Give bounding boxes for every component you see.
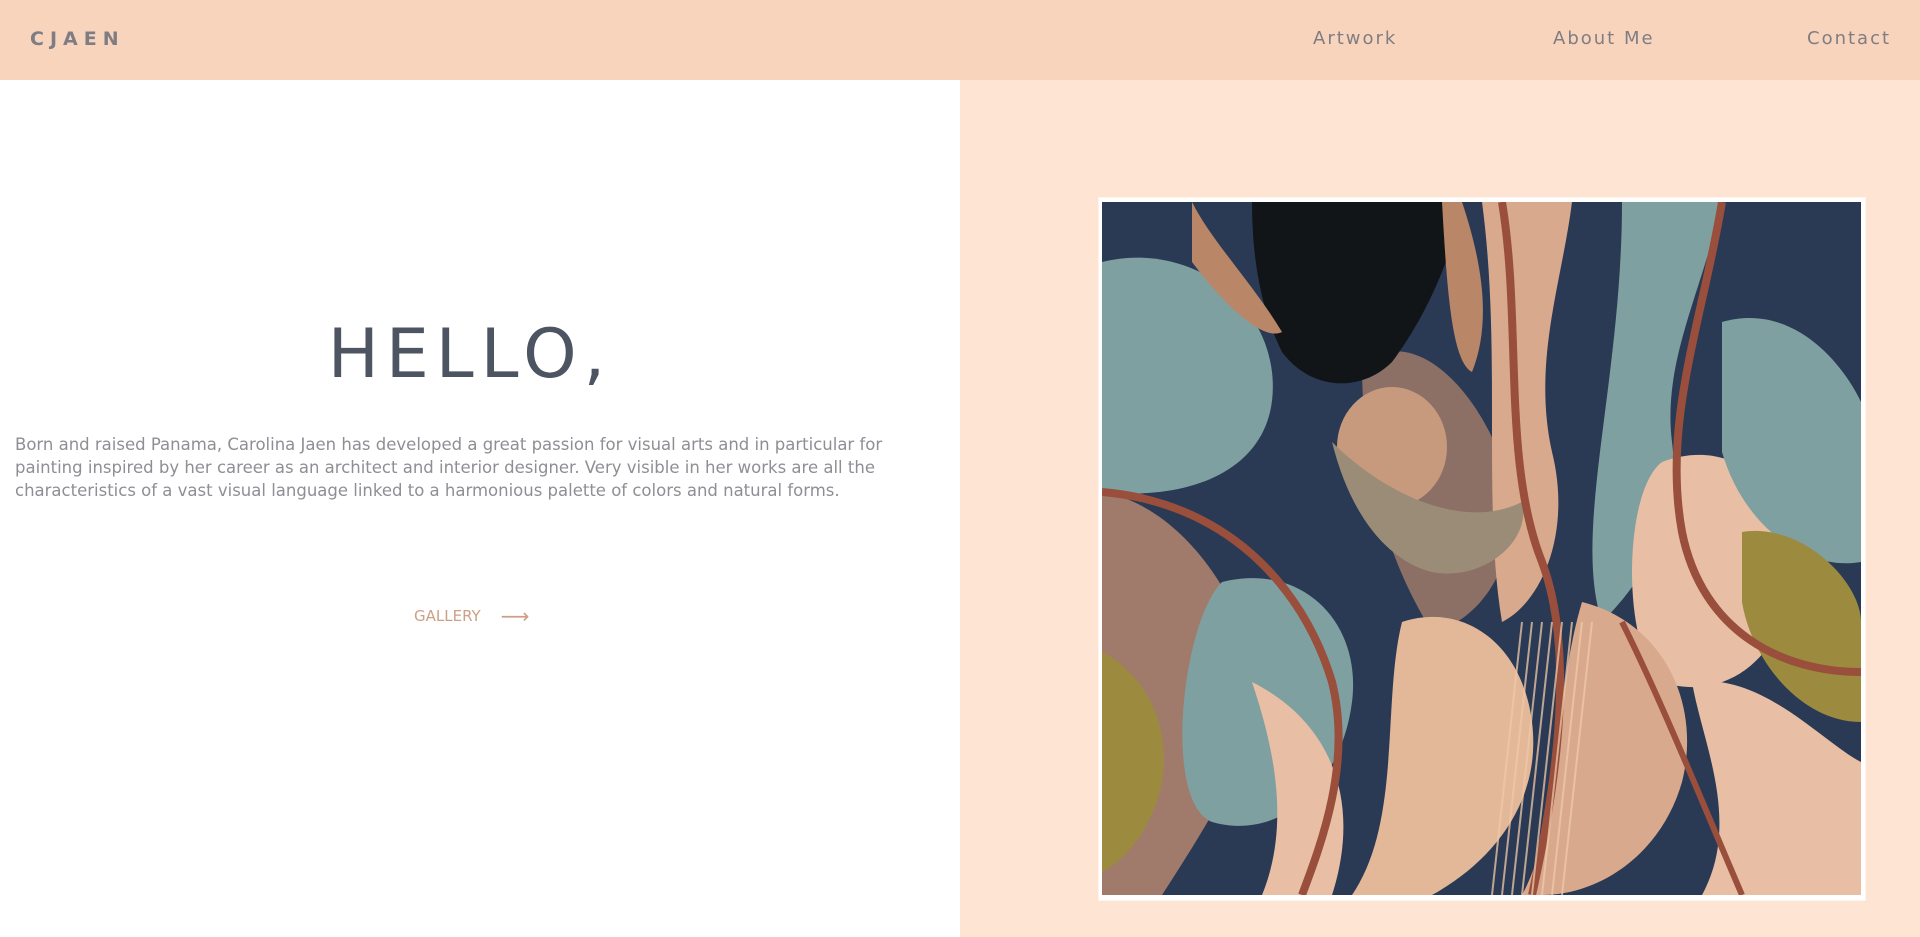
nav-link-artwork[interactable]: Artwork [1313,28,1397,49]
gallery-link-label: GALLERY [414,607,481,625]
artwork-image [1102,202,1861,895]
nav-link-contact[interactable]: Contact [1807,28,1891,49]
arrow-right-icon: ⟶ [500,604,530,628]
nav-link-about-me[interactable]: About Me [1553,28,1655,49]
hero-heading: HELLO, [327,315,613,394]
intro-panel [0,80,960,937]
gallery-link[interactable]: GALLERY ⟶ [414,604,529,628]
artist-bio: Born and raised Panama, Carolina Jaen ha… [15,435,883,500]
site-header: CJAEN Artwork About Me Contact [0,0,1920,80]
site-logo[interactable]: CJAEN [30,28,125,50]
